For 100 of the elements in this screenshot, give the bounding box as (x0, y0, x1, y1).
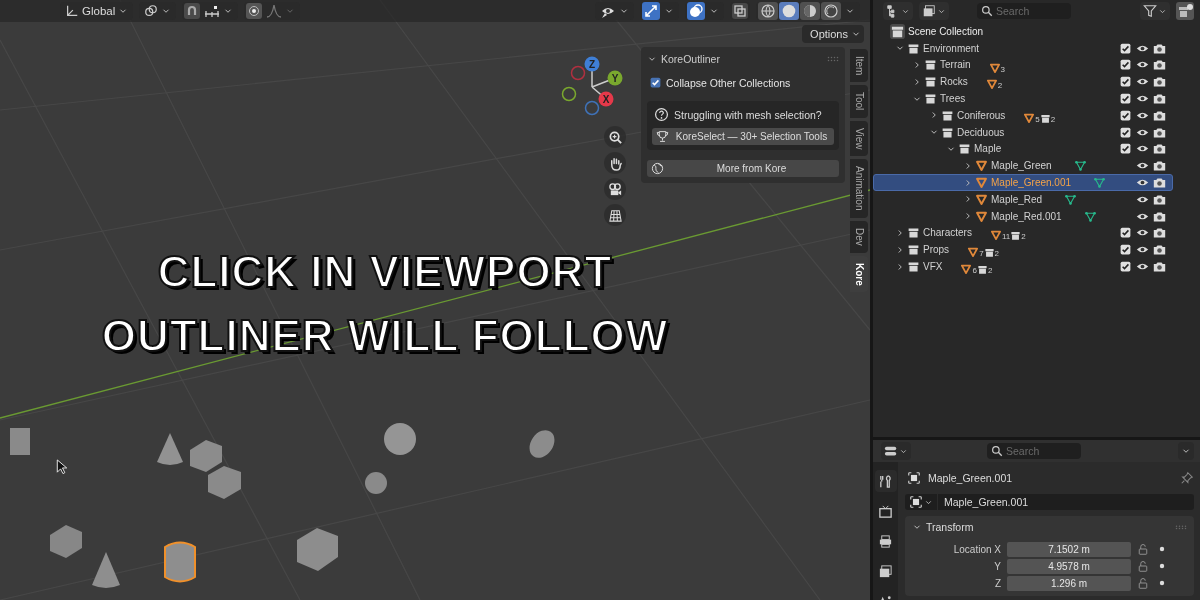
checkbox-label: Collapse Other Collections (666, 76, 791, 89)
render-icon (878, 503, 893, 519)
options-button[interactable]: Options (802, 25, 864, 43)
keyframe-dot-icon[interactable] (1159, 580, 1165, 586)
lock-icon[interactable] (1137, 543, 1149, 555)
sidebar-tab[interactable]: Tool (850, 85, 868, 118)
mesh-icon (989, 229, 1002, 242)
count-label: 5 (1035, 114, 1040, 124)
sidebar-tab[interactable]: View (850, 120, 868, 157)
magnet-icon[interactable] (184, 3, 201, 19)
object-name: Maple_Green.001 (928, 472, 1014, 484)
more-button[interactable]: More from Kore (647, 160, 839, 177)
cube (297, 528, 338, 571)
count-label: 3 (1000, 64, 1006, 74)
count-label: 6 (972, 266, 977, 276)
new-collection-button[interactable] (1176, 2, 1194, 20)
proportional-icon[interactable] (246, 3, 263, 19)
number-field[interactable]: 1.296 m (1007, 575, 1131, 591)
outliner-row[interactable]: Maple_Green (873, 157, 1173, 175)
scene-collection-icon (890, 23, 905, 39)
material-shading-button[interactable] (800, 2, 820, 20)
outliner-row[interactable]: Maple_Red.001 (873, 207, 1173, 225)
number-field[interactable]: 7.1502 m (1007, 541, 1131, 557)
outliner-row[interactable]: Maple_Green.001 (873, 174, 1173, 191)
filter-icon (1143, 4, 1157, 18)
overlay-toggle[interactable] (687, 2, 705, 20)
wireframe-shading-button[interactable] (758, 2, 778, 20)
search-field[interactable]: Search (977, 3, 1071, 19)
search-field[interactable]: Search (987, 443, 1081, 459)
camera-icon[interactable] (1153, 92, 1166, 106)
camera-icon[interactable] (1153, 58, 1166, 72)
camera-icon[interactable] (1153, 108, 1166, 122)
camera-icon[interactable] (1153, 41, 1166, 55)
search-icon (981, 5, 993, 17)
data-type-dropdown[interactable] (905, 494, 937, 510)
checkbox[interactable] (1119, 125, 1132, 139)
sidebar-tab[interactable]: Dev (850, 220, 868, 253)
lock-icon[interactable] (1137, 577, 1149, 589)
object-name: Maple_Green (991, 160, 1052, 172)
checkbox[interactable] (1119, 41, 1132, 55)
collection-name: Rocks (940, 76, 968, 88)
collection-icon (1039, 112, 1051, 124)
link-icon (144, 4, 159, 18)
camera-icon[interactable] (1153, 176, 1166, 190)
koreselect-button[interactable]: KoreSelect — 30+ Selection Tools (652, 128, 834, 145)
field-label: Z (993, 577, 1001, 589)
keyframe-dot-icon[interactable] (1159, 546, 1165, 552)
rendered-shading-button[interactable] (821, 2, 841, 20)
editor-type-dropdown[interactable] (881, 442, 911, 460)
help-text: Struggling with mesh selection? (674, 108, 822, 121)
name-field[interactable]: Maple_Green.001 (938, 494, 1194, 510)
collection-icon (907, 243, 920, 257)
camera-icon[interactable] (1153, 125, 1166, 139)
lock-icon[interactable] (1137, 560, 1149, 572)
checkbox[interactable] (1119, 108, 1132, 122)
xray-toggle[interactable] (732, 3, 748, 19)
editor-type-dropdown[interactable] (883, 2, 913, 20)
keyframe-dot-icon[interactable] (1159, 563, 1165, 569)
mesh-icon (975, 176, 988, 190)
camera-icon[interactable] (1153, 142, 1166, 156)
sidebar-tab[interactable]: Item (850, 49, 868, 83)
mesh-icon (985, 78, 998, 91)
count-label: 11 (1001, 232, 1011, 242)
checkbox[interactable] (1119, 92, 1132, 106)
navigation-gizmo[interactable]: X Y Z (560, 55, 624, 117)
gizmo-toggle[interactable] (642, 2, 660, 20)
collection-name: Trees (940, 93, 966, 105)
cylinder (10, 428, 30, 455)
camera-icon[interactable] (1153, 260, 1166, 274)
mesh-icon (1023, 111, 1036, 124)
outliner-row[interactable]: Maple_Red (873, 190, 1173, 208)
mesh-icon (975, 209, 988, 223)
number-field[interactable]: 4.9578 m (1007, 558, 1131, 574)
pin-icon[interactable] (1180, 471, 1194, 485)
camera-icon[interactable] (1153, 159, 1166, 173)
camera-icon[interactable] (1153, 75, 1166, 89)
collection-icon (924, 75, 937, 89)
checkbox[interactable] (1119, 260, 1132, 274)
sidebar-tab[interactable]: Animation (850, 159, 868, 218)
checkbox[interactable] (1119, 226, 1132, 240)
trophy-icon (656, 130, 669, 143)
camera-icon[interactable] (1153, 243, 1166, 257)
filter-dropdown[interactable] (1140, 2, 1170, 20)
camera-icon[interactable] (1153, 192, 1166, 206)
count-label: 2 (997, 81, 1003, 91)
collection-name: Terrain (940, 59, 971, 71)
checkbox[interactable] (1119, 75, 1132, 89)
checkbox[interactable] (649, 76, 662, 89)
toggles-icon (884, 444, 898, 458)
mesh-data-icon (1064, 192, 1078, 206)
camera-icon[interactable] (1153, 209, 1166, 223)
checkbox[interactable] (1119, 243, 1132, 257)
mesh-data-icon (1083, 209, 1097, 223)
orientation-dropdown[interactable]: Global (62, 2, 132, 20)
checkbox[interactable] (1119, 58, 1132, 72)
tool-tab[interactable] (874, 470, 897, 492)
camera-icon[interactable] (1153, 226, 1166, 240)
checkbox[interactable] (1119, 142, 1132, 156)
display-mode-dropdown[interactable] (919, 2, 949, 20)
solid-shading-button[interactable] (779, 2, 799, 20)
